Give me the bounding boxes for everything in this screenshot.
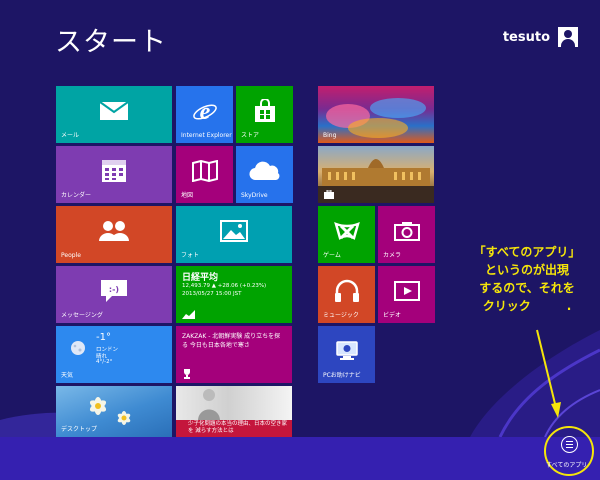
tile-desktop[interactable]: デスクトップ xyxy=(56,386,172,437)
tile-label: People xyxy=(61,252,81,259)
tile-news[interactable]: ZAKZAK - 北朝鮮実験 成り立ちを探る 今日も日本各地で寒さ xyxy=(176,326,292,383)
tile-bing[interactable]: Bing xyxy=(318,86,434,143)
finance-value: 12,493.79 ▲ +28.06 (+0.23%) xyxy=(182,283,267,289)
start-screen: スタート tesuto メール e Internet Explorer ストア xyxy=(0,0,600,480)
tile-mail[interactable]: メール xyxy=(56,86,172,143)
tile-label: ゲーム xyxy=(323,252,341,259)
tile-label: SkyDrive xyxy=(241,192,268,199)
tile-games[interactable]: ゲーム xyxy=(318,206,375,263)
chat-icon: :-) xyxy=(101,280,127,303)
map-icon xyxy=(191,160,218,183)
trophy-icon xyxy=(184,369,190,379)
svg-text::-): :-) xyxy=(109,285,119,294)
app-bar xyxy=(0,437,600,480)
tile-music[interactable]: ミュージック xyxy=(318,266,375,323)
all-apps-label: すべてのアプリ xyxy=(546,462,588,469)
callout-line: クリック . xyxy=(482,299,572,313)
pc-icon xyxy=(335,341,358,361)
finance-timestamp: 2013/05/27 15:00 JST xyxy=(182,291,242,297)
shopping-bag-icon xyxy=(254,99,275,123)
parliament-photo xyxy=(318,159,434,203)
tile-label: メール xyxy=(61,132,80,139)
tile-label: カレンダー xyxy=(61,192,92,199)
callout-line: というのが出現 xyxy=(484,263,569,277)
chart-icon xyxy=(182,310,195,319)
tile-news-2[interactable]: 少子化問題の本当の理由、日本の空き家を 減らす方法とは xyxy=(176,386,292,437)
tile-label: ミュージック xyxy=(323,312,359,319)
tile-label: フォト xyxy=(181,252,200,259)
tile-travel[interactable] xyxy=(318,146,434,203)
weather-temp: -1° xyxy=(96,332,111,343)
camera-icon xyxy=(393,222,420,242)
calendar-icon xyxy=(102,160,126,183)
svg-text:e: e xyxy=(199,99,210,124)
tile-label: ビデオ xyxy=(383,312,402,319)
tile-messaging[interactable]: :-) メッセージング xyxy=(56,266,172,323)
tile-label: カメラ xyxy=(383,252,402,259)
user-account[interactable]: tesuto xyxy=(503,27,578,47)
internet-explorer-icon: e xyxy=(192,99,217,124)
user-name: tesuto xyxy=(502,29,550,45)
page-title: スタート xyxy=(55,27,167,58)
tile-label: Internet Explorer xyxy=(181,132,232,139)
headphones-icon xyxy=(334,279,359,303)
all-apps-button[interactable]: すべてのアプリ xyxy=(537,424,599,480)
tile-label: デスクトップ xyxy=(61,426,98,433)
user-avatar-icon[interactable] xyxy=(558,27,578,47)
tile-video[interactable]: ビデオ xyxy=(378,266,435,323)
tile-skydrive[interactable]: SkyDrive xyxy=(236,146,293,203)
tile-maps[interactable]: 地図 xyxy=(176,146,233,203)
tile-pc-navi[interactable]: PCお助けナビ xyxy=(318,326,375,383)
tile-people[interactable]: People xyxy=(56,206,172,263)
tile-label: PCお助けナビ xyxy=(323,372,361,379)
tile-label: 天気 xyxy=(61,372,74,379)
tile-internet-explorer[interactable]: e Internet Explorer xyxy=(176,86,233,143)
callout-line: 「すべてのアプリ」 xyxy=(473,245,581,259)
tile-store[interactable]: ストア xyxy=(236,86,293,143)
news-headline: ZAKZAK - 北朝鮮実験 成り立ちを探る 今日も日本各地で寒さ xyxy=(182,333,281,349)
all-apps-icon[interactable] xyxy=(561,436,578,453)
xbox-icon xyxy=(333,222,360,240)
weather-range: 4°/-2° xyxy=(96,359,113,365)
finance-title: 日経平均 xyxy=(182,273,219,283)
moon-icon xyxy=(71,341,85,355)
tile-label: ストア xyxy=(241,132,260,139)
tile-finance[interactable]: 日経平均 12,493.79 ▲ +28.06 (+0.23%) 2013/05… xyxy=(176,266,292,323)
person-image xyxy=(198,389,220,420)
tile-photos[interactable]: フォト xyxy=(176,206,292,263)
tile-camera[interactable]: カメラ xyxy=(378,206,435,263)
instruction-callout: 「すべてのアプリ」 というのが出現 するので、それを クリック . xyxy=(462,243,592,315)
tile-label: Bing xyxy=(323,132,337,139)
people-icon xyxy=(99,221,129,242)
callout-line: するので、それを xyxy=(479,281,575,295)
news-headline: 少子化問題の本当の理由、日本の空き家を 減らす方法とは xyxy=(188,421,288,434)
picture-icon xyxy=(220,220,248,243)
envelope-icon xyxy=(99,101,129,121)
tile-weather[interactable]: -1° ロンドン 晴れ 4°/-2° 天気 xyxy=(56,326,172,383)
tile-label: 地図 xyxy=(181,192,194,199)
play-icon xyxy=(393,281,420,302)
cloud-icon xyxy=(248,161,279,181)
tile-calendar[interactable]: カレンダー xyxy=(56,146,172,203)
tile-label: メッセージング xyxy=(61,312,103,319)
suitcase-icon xyxy=(324,190,334,199)
